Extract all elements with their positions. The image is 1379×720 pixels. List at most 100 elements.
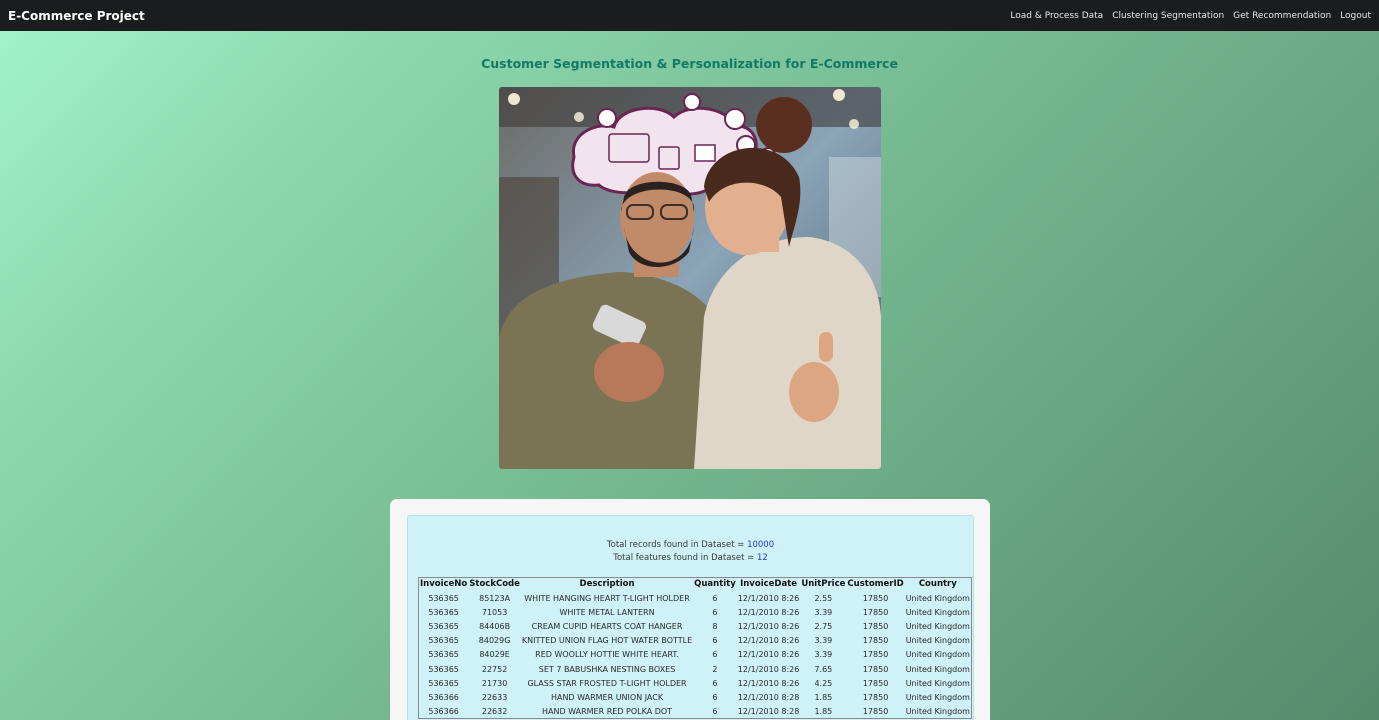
- table-cell: 84029G: [478, 636, 511, 646]
- table-cell: 17850: [862, 664, 889, 674]
- table-cell: 2: [712, 664, 718, 674]
- table-cell: 12/1/2010 8:26: [737, 664, 800, 674]
- records-value: 10000: [747, 540, 775, 550]
- table-cell: 6: [712, 593, 718, 603]
- table-cell: United Kingdom: [905, 636, 970, 646]
- table-cell: 22752: [481, 664, 508, 674]
- table-cell: 1.85: [814, 706, 833, 716]
- col-header-stockcode: StockCode: [469, 579, 520, 589]
- dataset-stats: Total records found in Dataset = 10000 T…: [408, 539, 973, 565]
- table-cell: 8: [712, 621, 718, 631]
- table-cell: 536366: [428, 692, 459, 702]
- table-cell: 84406B: [479, 621, 511, 631]
- hero-image: [499, 87, 881, 469]
- dataset-card: Total records found in Dataset = 10000 T…: [390, 499, 990, 720]
- table-cell: 85123A: [479, 593, 511, 603]
- col-header-description: Description: [579, 579, 635, 589]
- col-header-invoicedate: InvoiceDate: [740, 579, 798, 589]
- table-cell: RED WOOLLY HOTTIE WHITE HEART.: [535, 650, 679, 660]
- table-cell: 536365: [428, 607, 459, 617]
- table-cell: 536365: [428, 678, 459, 688]
- table-cell: 1.85: [814, 692, 833, 702]
- table-row: 536365 71053 WHITE METAL LANTERN 6 12/1/2010…: [419, 605, 972, 619]
- table-cell: 17850: [862, 593, 889, 603]
- table-row: 536365 85123A WHITE HANGING HEART T-LIGHT …: [419, 591, 972, 605]
- table-cell: United Kingdom: [905, 706, 970, 716]
- table-cell: 12/1/2010 8:26: [737, 650, 800, 660]
- table-cell: United Kingdom: [905, 692, 970, 702]
- table-header-row: InvoiceNo StockCode Description Quantity…: [419, 578, 972, 592]
- table-cell: 6: [712, 650, 718, 660]
- table-cell: 84029E: [479, 650, 510, 660]
- table-cell: 22633: [481, 692, 508, 702]
- col-header-invoiceno: InvoiceNo: [420, 579, 468, 589]
- table-cell: 536365: [428, 621, 459, 631]
- table-cell: 17850: [862, 692, 889, 702]
- table-row: 536365 22752 SET 7 BABUSHKA NESTING BOXES 2…: [419, 662, 972, 676]
- table-cell: 2.55: [814, 593, 833, 603]
- table-cell: 17850: [862, 607, 889, 617]
- table-cell: KNITTED UNION FLAG HOT WATER BOTTLE: [521, 636, 693, 646]
- brand-title[interactable]: E-Commerce Project: [8, 9, 145, 23]
- features-line: Total features found in Dataset = 12: [408, 552, 973, 565]
- nav-link-clustering-segmentation[interactable]: Clustering Segmentation: [1112, 11, 1224, 21]
- table-cell: 6: [712, 706, 718, 716]
- table-cell: United Kingdom: [905, 664, 970, 674]
- table-cell: 17850: [862, 678, 889, 688]
- table-row: 536365 21730 GLASS STAR FROSTED T-LIGHT HO…: [419, 676, 972, 690]
- table-cell: United Kingdom: [905, 621, 970, 631]
- table-cell: 2.75: [814, 621, 833, 631]
- page-title: Customer Segmentation & Personalization …: [481, 56, 898, 71]
- table-cell: 4.25: [814, 678, 833, 688]
- table-cell: 17850: [862, 636, 889, 646]
- table-cell: 17850: [862, 621, 889, 631]
- table-cell: HAND WARMER RED POLKA DOT: [541, 706, 673, 716]
- table-cell: United Kingdom: [905, 607, 970, 617]
- table-row: 536366 22633 HAND WARMER UNION JACK 6 12/1/2…: [419, 690, 972, 704]
- nav-link-load-process-data[interactable]: Load & Process Data: [1010, 11, 1103, 21]
- table-body: 536365 85123A WHITE HANGING HEART T-LIGHT …: [419, 591, 972, 719]
- table-cell: United Kingdom: [905, 650, 970, 660]
- table-cell: 12/1/2010 8:26: [737, 607, 800, 617]
- table-cell: 536365: [428, 650, 459, 660]
- table-cell: HAND WARMER UNION JACK: [550, 692, 664, 702]
- nav-link-logout[interactable]: Logout: [1340, 11, 1371, 21]
- table-cell: CREAM CUPID HEARTS COAT HANGER: [531, 621, 683, 631]
- col-header-quantity: Quantity: [694, 579, 736, 589]
- table-cell: United Kingdom: [905, 593, 970, 603]
- table-row: 536365 84029G KNITTED UNION FLAG HOT WATER…: [419, 634, 972, 648]
- table-cell: 12/1/2010 8:26: [737, 593, 800, 603]
- dataset-info-box: Total records found in Dataset = 10000 T…: [407, 515, 974, 720]
- table-cell: SET 7 BABUSHKA NESTING BOXES: [538, 664, 676, 674]
- features-value: 12: [756, 553, 768, 563]
- table-cell: 536365: [428, 664, 459, 674]
- table-cell: 22632: [481, 706, 508, 716]
- table-cell: United Kingdom: [905, 678, 970, 688]
- records-line: Total records found in Dataset = 10000: [408, 539, 973, 552]
- table-cell: 536365: [428, 636, 459, 646]
- table-cell: WHITE METAL LANTERN: [559, 607, 655, 617]
- table-cell: 7.65: [814, 664, 833, 674]
- table-cell: 6: [712, 636, 718, 646]
- table-cell: 3.39: [814, 607, 833, 617]
- table-cell: 12/1/2010 8:26: [737, 621, 800, 631]
- table-cell: 17850: [862, 706, 889, 716]
- nav-menu: Load & Process Data Clustering Segmentat…: [1010, 11, 1371, 21]
- table-cell: 6: [712, 607, 718, 617]
- table-cell: GLASS STAR FROSTED T-LIGHT HOLDER: [527, 678, 687, 688]
- table-cell: 536365: [428, 593, 459, 603]
- table-cell: 17850: [862, 650, 889, 660]
- table-cell: 6: [712, 678, 718, 688]
- table-cell: WHITE HANGING HEART T-LIGHT HOLDER: [524, 593, 690, 603]
- table-row: 536365 84029E RED WOOLLY HOTTIE WHITE HEAR…: [419, 648, 972, 662]
- table-cell: 12/1/2010 8:28: [737, 692, 800, 702]
- features-label: Total features found in Dataset =: [613, 553, 757, 563]
- col-header-unitprice: UnitPrice: [801, 579, 846, 589]
- table-cell: 71053: [481, 607, 508, 617]
- table-cell: 12/1/2010 8:26: [737, 678, 800, 688]
- nav-link-get-recommendation[interactable]: Get Recommendation: [1233, 11, 1331, 21]
- table-cell: 3.39: [814, 636, 833, 646]
- table-cell: 21730: [481, 678, 508, 688]
- dataset-table: InvoiceNo StockCode Description Quantity…: [418, 577, 972, 720]
- records-label: Total records found in Dataset =: [606, 540, 748, 550]
